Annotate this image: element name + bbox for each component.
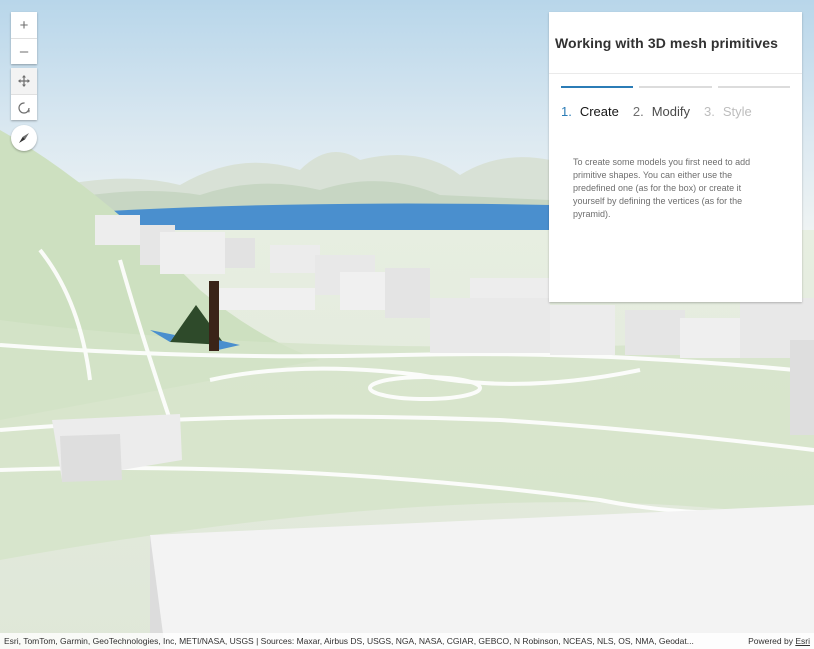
step-label: Create [579, 104, 619, 119]
zoom-in-button[interactable]: + [11, 12, 37, 38]
step-number: 1. [561, 104, 572, 119]
step-number: 2. [632, 104, 644, 119]
move-arrows-icon [18, 75, 30, 87]
progress-segment-create [561, 86, 634, 88]
progress-segment-modify [639, 86, 712, 88]
zoom-controls: + – [11, 12, 37, 64]
step-label: Style [722, 104, 752, 119]
powered-by: Powered by Esri [748, 636, 810, 646]
progress-segment-style [717, 86, 790, 88]
step-style: 3. Style [704, 104, 752, 119]
step-create[interactable]: 1. Create [561, 104, 619, 119]
navigation-mode-controls [11, 68, 37, 120]
zoom-out-button[interactable]: – [11, 38, 37, 64]
box-mesh [209, 281, 219, 351]
compass-needle-icon [19, 133, 29, 143]
step-description: To create some models you first need to … [573, 157, 751, 220]
stepper-panel: Working with 3D mesh primitives 1. Creat… [549, 12, 802, 302]
attribution-text[interactable]: Esri, TomTom, Garmin, GeoTechnologies, I… [4, 636, 740, 646]
step-modify[interactable]: 2. Modify [633, 104, 690, 119]
panel-header: Working with 3D mesh primitives [549, 12, 802, 74]
step-progress-bar [561, 86, 790, 88]
rotate-button[interactable] [11, 94, 37, 120]
esri-link[interactable]: Esri [795, 636, 810, 646]
panel-title: Working with 3D mesh primitives [555, 34, 778, 51]
pan-button[interactable] [11, 68, 37, 94]
rotate-icon [18, 101, 30, 114]
step-label: Modify [651, 104, 691, 119]
attribution-bar: Esri, TomTom, Garmin, GeoTechnologies, I… [0, 633, 814, 649]
powered-by-label: Powered by [748, 636, 793, 646]
step-tabs: 1. Create 2. Modify 3. Style [561, 104, 790, 119]
step-number: 3. [704, 104, 715, 119]
compass-button[interactable] [11, 125, 37, 151]
